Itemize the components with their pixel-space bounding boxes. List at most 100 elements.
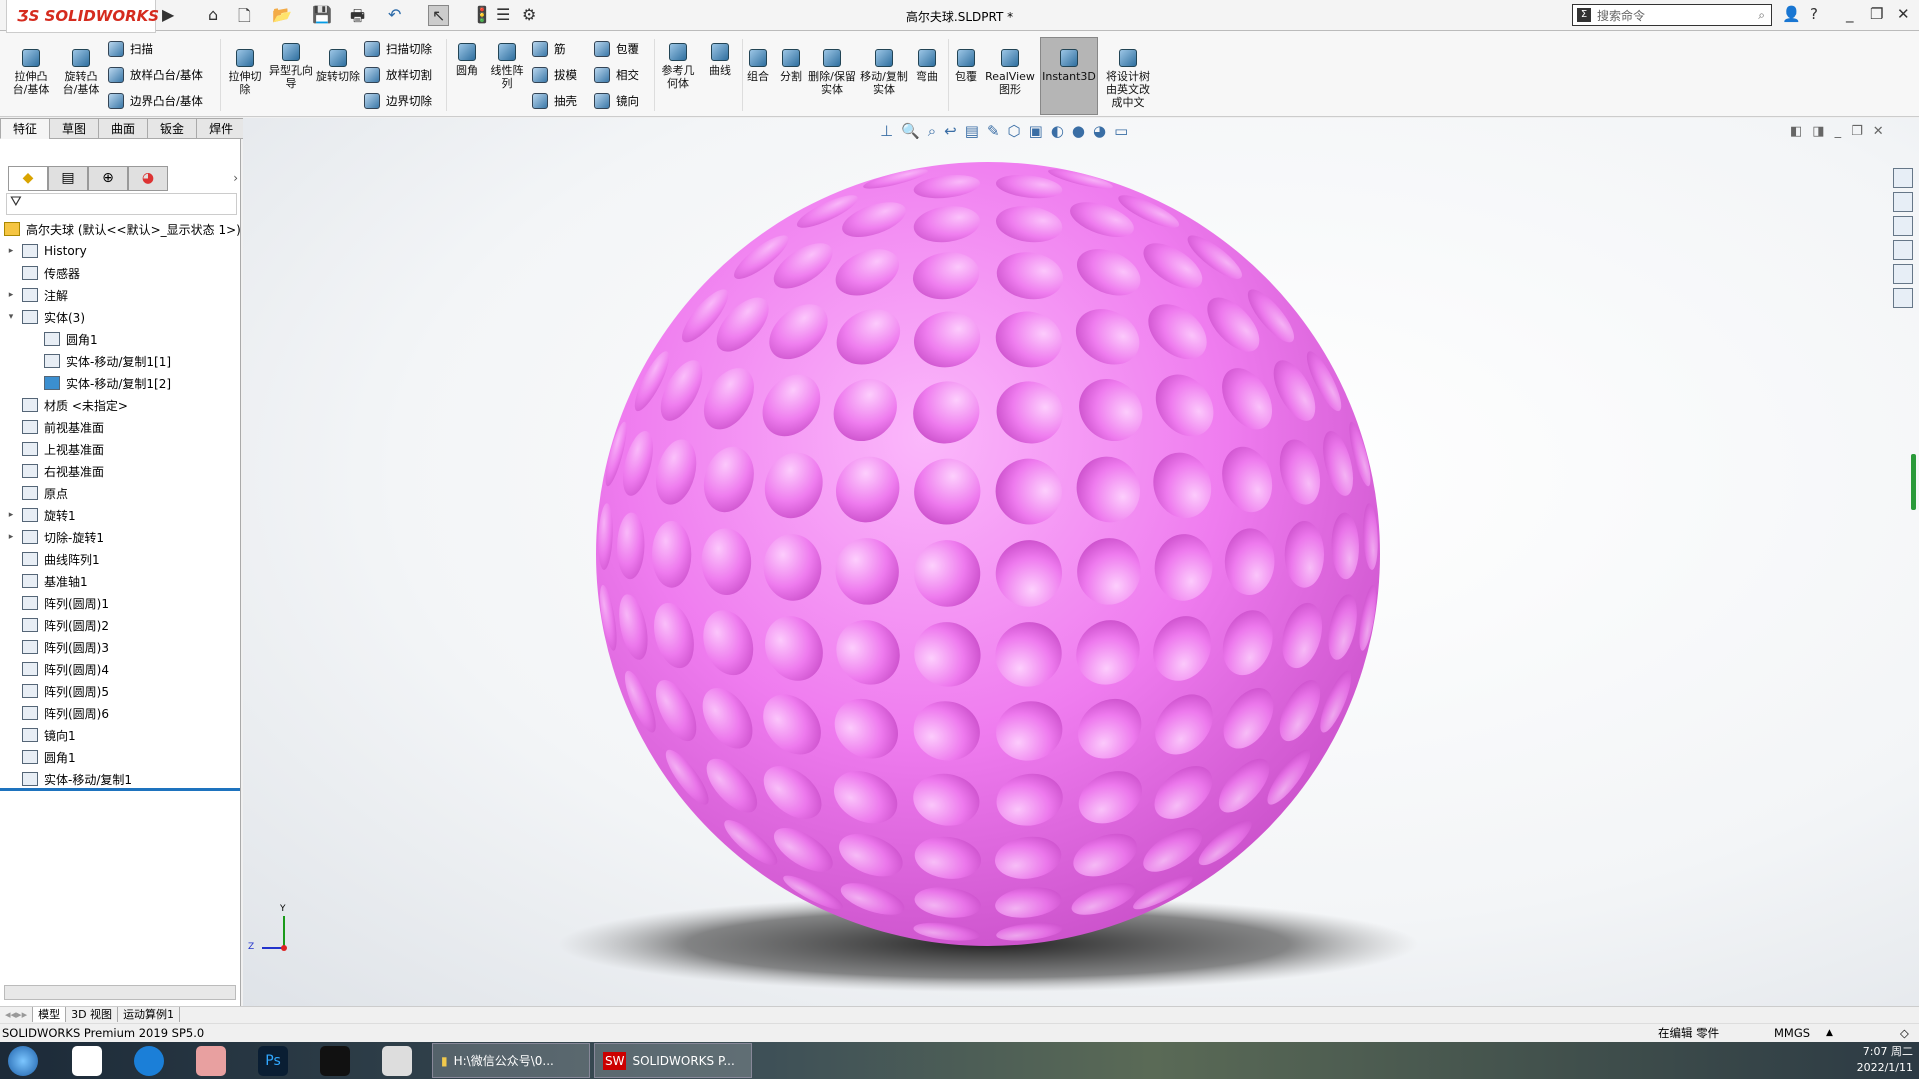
rebuild-icon[interactable]: 🚦 <box>472 5 492 24</box>
tree-item[interactable]: 材质 <未指定> <box>4 394 241 416</box>
tree-filter[interactable]: ⛛ <box>6 193 237 215</box>
golf-ball-model[interactable] <box>243 118 1919 1006</box>
realview-button[interactable]: RealView图形 <box>984 49 1036 96</box>
tree-item[interactable]: 镜向1 <box>4 724 241 746</box>
browser-icon[interactable] <box>134 1046 164 1076</box>
tree-item[interactable]: 阵列(圆周)2 <box>4 614 241 636</box>
units-up-arrow-icon[interactable]: ▲ <box>1826 1024 1833 1043</box>
taskbar-window-explorer[interactable]: ▮ H:\微信公众号\0... <box>432 1043 590 1078</box>
resources-tab-icon[interactable] <box>1893 168 1913 188</box>
system-tray[interactable]: 7:07 周二 2022/1/11 <box>1857 1044 1913 1076</box>
home-icon[interactable]: ⌂ <box>208 5 218 24</box>
expander-icon[interactable]: ▸ <box>4 532 18 542</box>
apply-scene-icon[interactable]: ◕ <box>1093 122 1106 140</box>
view-orientation-cube-icon[interactable]: ⬡ <box>1008 122 1021 140</box>
tree-item[interactable]: 阵列(圆周)5 <box>4 680 241 702</box>
tab-3d-views[interactable]: 3D 视图 <box>66 1007 119 1022</box>
fillet-button[interactable]: 圆角 <box>450 43 484 77</box>
tree-item[interactable]: 阵列(圆周)1 <box>4 592 241 614</box>
intersect-button[interactable]: 相交 <box>594 67 639 83</box>
tree-item[interactable]: 圆角1 <box>4 746 241 768</box>
wrap-big-button[interactable]: 包覆 <box>950 49 982 83</box>
tree-item[interactable]: 阵列(圆周)4 <box>4 658 241 680</box>
tree-item[interactable]: 实体-移动/复制1[1] <box>4 350 241 372</box>
zoom-to-fit-icon[interactable]: 🔍 <box>901 122 920 140</box>
tree-item[interactable]: ▸ 旋转1 <box>4 504 241 526</box>
tab-2[interactable]: 曲面 <box>98 118 149 139</box>
baidu-netdisk-icon[interactable] <box>72 1046 102 1076</box>
section-view-icon[interactable]: ▤ <box>965 122 979 140</box>
select-icon[interactable]: ↖ <box>428 5 450 26</box>
draft-button[interactable]: 拔模 <box>532 67 577 83</box>
expander-icon[interactable]: ▸ <box>4 290 18 300</box>
split-button[interactable]: 分割 <box>776 49 806 83</box>
tree-item[interactable]: 传感器 <box>4 262 241 284</box>
file-properties-icon[interactable]: ☰ <box>496 5 510 24</box>
appearances-tab-icon[interactable] <box>1893 264 1913 284</box>
view-orientation-icon[interactable]: ⊥ <box>880 122 893 140</box>
tree-item[interactable]: 曲线阵列1 <box>4 548 241 570</box>
boundary-cut-button[interactable]: 边界切除 <box>364 93 432 109</box>
tree-item[interactable]: 前视基准面 <box>4 416 241 438</box>
tree-item[interactable]: 实体-移动/复制1 <box>4 768 241 790</box>
view-palette-tab-icon[interactable] <box>1893 240 1913 260</box>
task-pane-scroll-handle[interactable] <box>1911 454 1916 510</box>
curves-button[interactable]: 曲线 <box>702 43 738 77</box>
lofted-cut-button[interactable]: 放样切割 <box>364 67 432 83</box>
undo-icon[interactable]: ↶ <box>388 5 401 24</box>
tab-nav-arrows[interactable]: ◂◂▸▸ <box>0 1007 34 1022</box>
tree-item[interactable]: 阵列(圆周)6 <box>4 702 241 724</box>
zoom-area-icon[interactable]: ⌕ <box>928 122 936 140</box>
instant3d-button[interactable]: Instant3D <box>1040 49 1098 83</box>
options-gear-icon[interactable]: ⚙ <box>522 5 536 24</box>
mirror-button[interactable]: 镜向 <box>594 93 639 109</box>
sweep-button[interactable]: 扫描 <box>108 41 153 57</box>
viewport-window-controls[interactable]: ◧◨_❐✕ <box>1790 124 1894 139</box>
tab-motion-study[interactable]: 运动算例1 <box>118 1007 181 1022</box>
save-icon[interactable]: 💾 <box>312 5 332 24</box>
expand-menu-icon[interactable]: ▶ <box>162 5 174 24</box>
delete-keep-body-button[interactable]: 删除/保留实体 <box>808 49 856 96</box>
property-manager-tab[interactable]: ▤ <box>48 166 88 191</box>
tree-item[interactable]: ▸ 切除-旋转1 <box>4 526 241 548</box>
tab-3[interactable]: 钣金 <box>147 118 198 139</box>
tree-item[interactable]: 原点 <box>4 482 241 504</box>
quick-tips-icon[interactable]: ◇ <box>1900 1024 1909 1043</box>
expander-icon[interactable]: ▸ <box>4 510 18 520</box>
translate-tree-button[interactable]: 将设计树由英文改成中文 <box>1102 49 1154 109</box>
search-icon[interactable]: ⌕ <box>1758 8 1765 23</box>
tab-model[interactable]: 模型 <box>33 1007 67 1022</box>
dynamic-annotation-icon[interactable]: ✎ <box>987 122 1000 140</box>
new-document-icon[interactable]: 🗋 <box>238 5 251 32</box>
tab-4[interactable]: 焊件 <box>196 118 247 139</box>
tree-item[interactable]: 阵列(圆周)3 <box>4 636 241 658</box>
print-icon[interactable]: 🖶 <box>350 5 365 32</box>
feature-manager-tab[interactable]: ◆ <box>8 166 48 191</box>
extrude-cut-button[interactable]: 拉伸切除 <box>224 49 266 96</box>
loft-button[interactable]: 放样凸台/基体 <box>108 67 203 83</box>
tree-item[interactable]: ▾ 实体(3) <box>4 306 241 328</box>
tab-1[interactable]: 草图 <box>49 118 100 139</box>
units-selector[interactable]: MMGS <box>1774 1024 1810 1043</box>
tree-item[interactable]: 实体-移动/复制1[2] <box>4 372 241 394</box>
more-tabs-chevron-icon[interactable]: › <box>233 166 238 191</box>
display-style-icon[interactable]: ▣ <box>1029 122 1043 140</box>
tree-item[interactable]: ▸ History <box>4 240 241 262</box>
extrude-boss-button[interactable]: 拉伸凸台/基体 <box>8 49 54 96</box>
tree-item[interactable]: 基准轴1 <box>4 570 241 592</box>
revolve-cut-button[interactable]: 旋转切除 <box>316 49 360 83</box>
previous-view-icon[interactable]: ↩ <box>944 122 957 140</box>
combine-button[interactable]: 组合 <box>744 49 772 83</box>
linear-pattern-button[interactable]: 线性阵列 <box>488 43 526 90</box>
tree-item[interactable]: 圆角1 <box>4 328 241 350</box>
edit-appearance-icon[interactable]: ● <box>1072 122 1085 140</box>
wrap-button[interactable]: 包覆 <box>594 41 639 57</box>
user-icon[interactable]: 👤 <box>1782 5 1801 23</box>
custom-properties-tab-icon[interactable] <box>1893 288 1913 308</box>
configuration-manager-tab[interactable]: ⊕ <box>88 166 128 191</box>
solidworks-logo[interactable]: ƷS SOLIDWORKS <box>6 0 159 33</box>
expander-icon[interactable]: ▾ <box>4 312 18 322</box>
photoshop-icon[interactable]: Ps <box>258 1046 288 1076</box>
tree-item[interactable]: ▸ 注解 <box>4 284 241 306</box>
open-icon[interactable]: 📂 <box>272 5 292 24</box>
